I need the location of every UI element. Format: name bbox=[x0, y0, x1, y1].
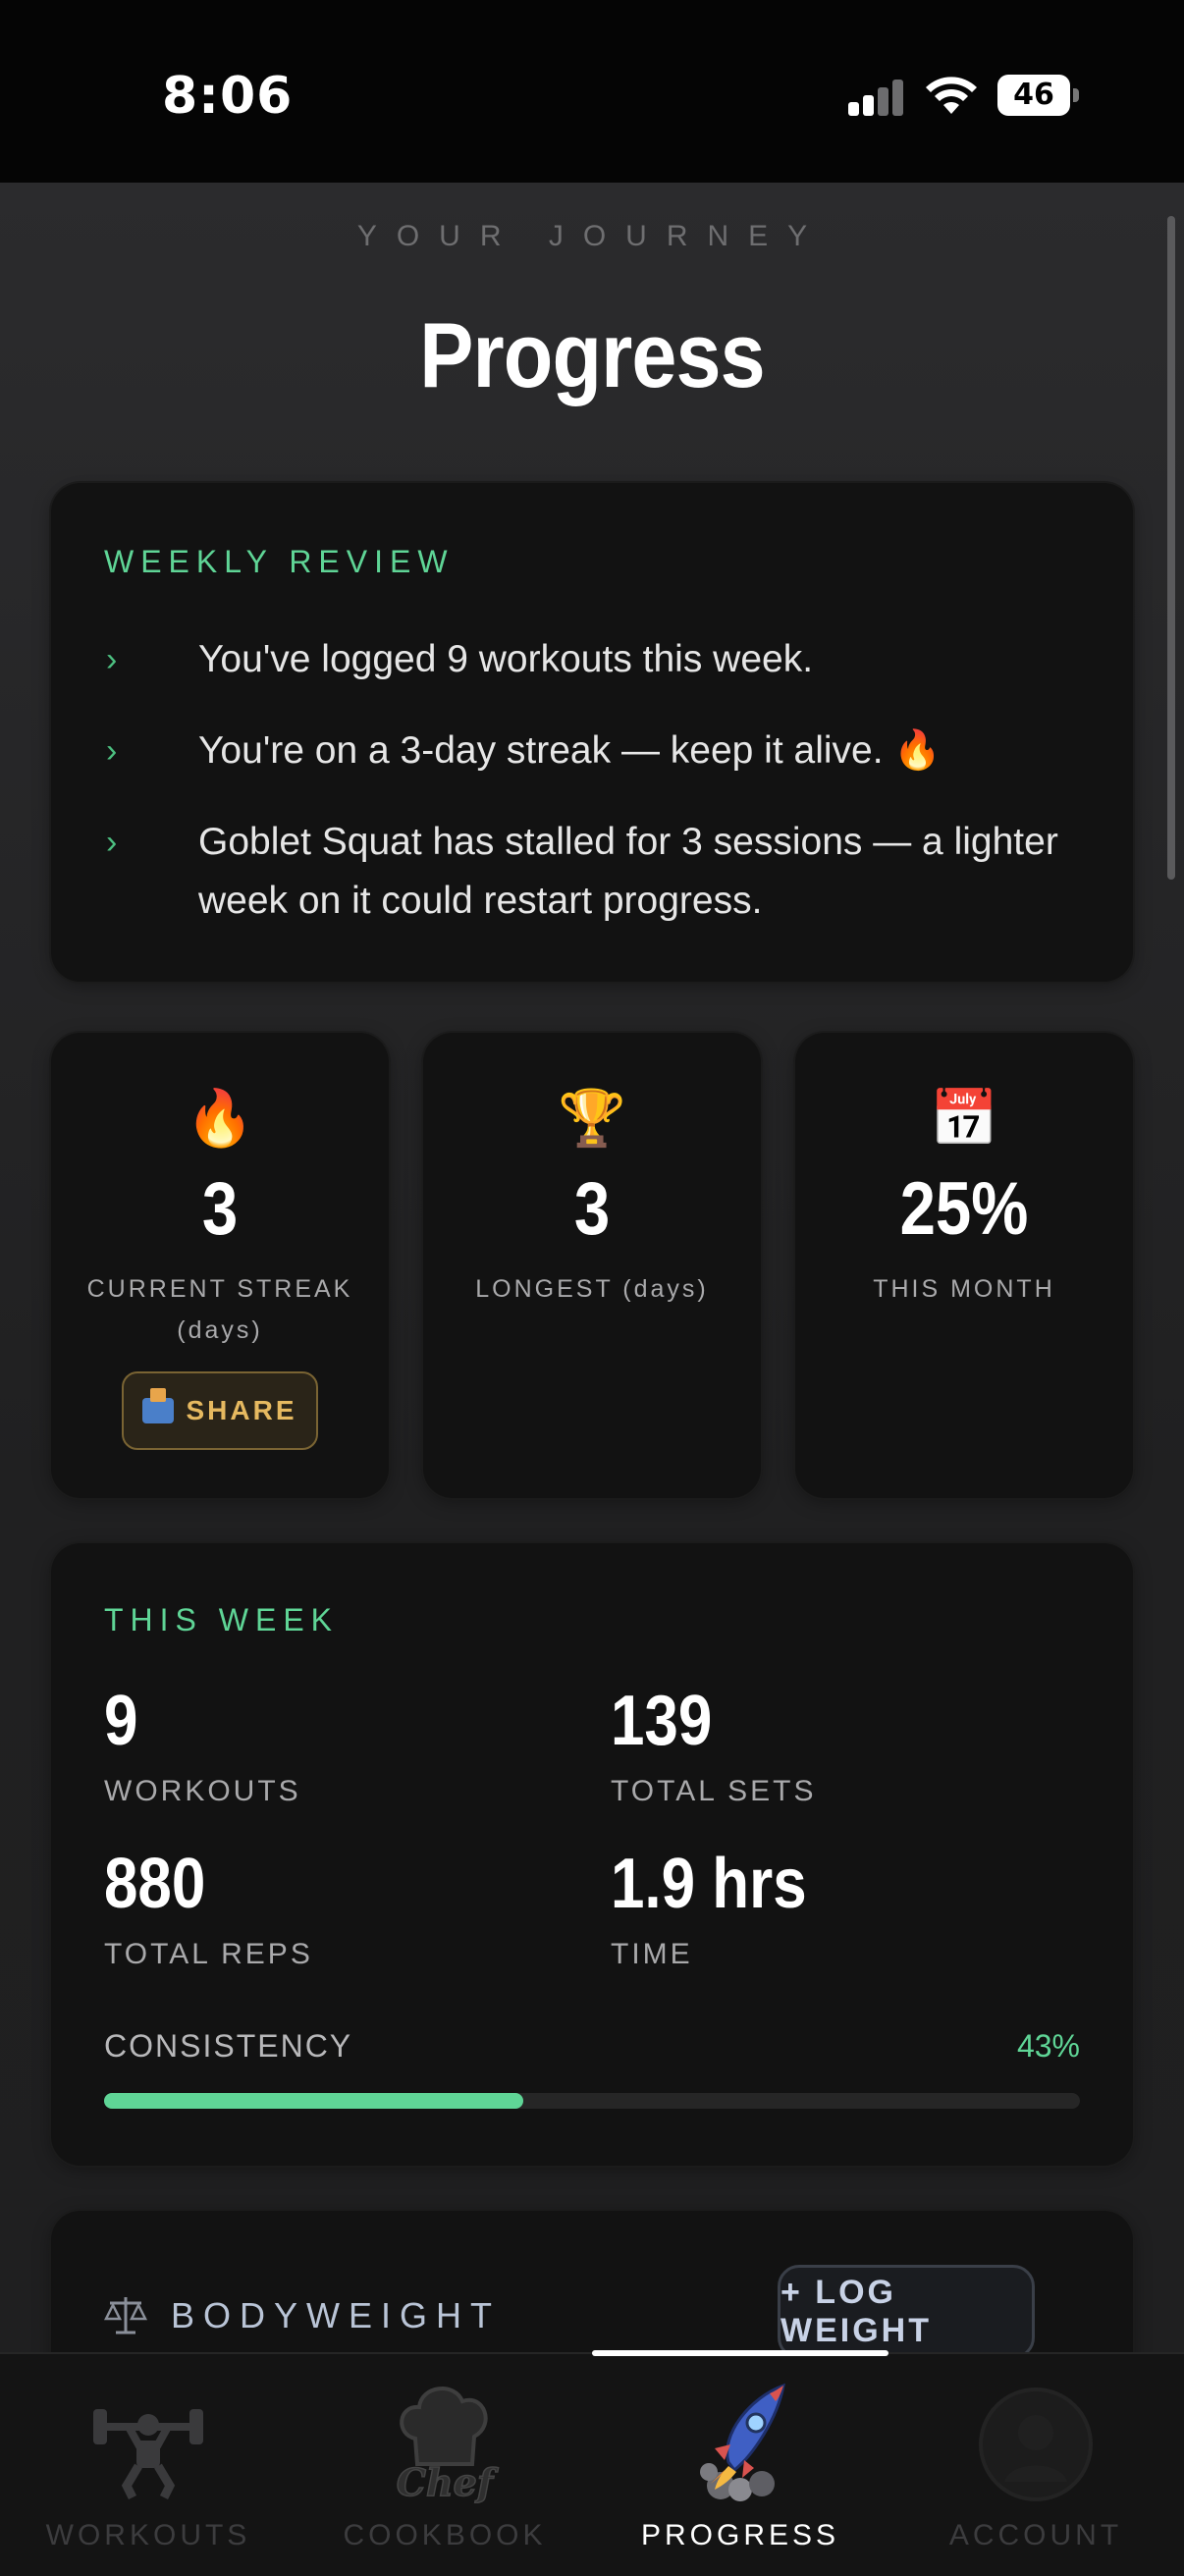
consistency-label: CONSISTENCY bbox=[104, 2028, 353, 2064]
this-week-label: THIS WEEK bbox=[104, 1602, 340, 1637]
fire-icon: 🔥 bbox=[186, 1087, 254, 1149]
total-sets-value: 139 bbox=[611, 1682, 713, 1760]
scale-icon bbox=[104, 2297, 147, 2334]
tab-cookbook[interactable]: Chef COOKBOOK bbox=[296, 2354, 593, 2576]
page-eyebrow: YOUR JOURNEY bbox=[356, 220, 828, 252]
battery-cap bbox=[1073, 88, 1079, 102]
share-button-label: SHARE bbox=[186, 1395, 297, 1425]
avatar-icon bbox=[979, 2388, 1093, 2501]
trophy-icon: 🏆 bbox=[558, 1087, 626, 1149]
bodyweight-label: BODYWEIGHT bbox=[171, 2295, 502, 2335]
tab-workouts-label: WORKOUTS bbox=[45, 2519, 251, 2551]
time-label: TIME bbox=[611, 1938, 693, 1970]
workouts-label: WORKOUTS bbox=[104, 1775, 301, 1807]
tab-account[interactable]: ACCOUNT bbox=[888, 2354, 1184, 2576]
current-streak-value: 3 bbox=[201, 1167, 239, 1251]
workouts-value: 9 bbox=[104, 1682, 138, 1760]
review-item-text: You're on a 3-day streak — keep it alive… bbox=[198, 729, 942, 772]
longest-streak-label: LONGEST (days) bbox=[475, 1275, 709, 1303]
page-title: Progress bbox=[419, 303, 765, 406]
longest-streak-value: 3 bbox=[573, 1167, 611, 1251]
current-streak-sublabel: (days) bbox=[177, 1316, 263, 1344]
this-month-value: 25% bbox=[899, 1167, 1029, 1251]
share-button[interactable]: SHARE bbox=[122, 1371, 318, 1450]
total-reps-label: TOTAL REPS bbox=[104, 1938, 313, 1970]
current-streak-label: CURRENT STREAK bbox=[86, 1275, 353, 1303]
review-item: › You've logged 9 workouts this week. bbox=[106, 630, 1094, 689]
longest-streak-card: 🏆 3 LONGEST (days) bbox=[423, 1033, 761, 1498]
chevron-right-icon: › bbox=[106, 732, 118, 770]
review-item-text: You've logged 9 workouts this week. bbox=[198, 638, 814, 680]
scrollbar[interactable] bbox=[1167, 216, 1175, 880]
consistency-progress-bar bbox=[104, 2093, 1080, 2109]
outbox-tray-icon bbox=[142, 1388, 175, 1423]
tab-cookbook-label: COOKBOOK bbox=[343, 2519, 547, 2551]
current-streak-card: 🔥 3 CURRENT STREAK (days) SHARE bbox=[51, 1033, 389, 1498]
review-item: › Goblet Squat has stalled for 3 session… bbox=[106, 813, 1094, 931]
time-value: 1.9 hrs bbox=[611, 1845, 807, 1923]
consistency-percent: 43% bbox=[1016, 2028, 1080, 2064]
wifi-icon bbox=[926, 77, 977, 114]
review-item: › You're on a 3-day streak — keep it ali… bbox=[106, 722, 1094, 780]
tab-progress-label: PROGRESS bbox=[640, 2519, 840, 2551]
chevron-right-icon: › bbox=[106, 824, 118, 861]
tab-progress[interactable]: PROGRESS bbox=[592, 2354, 888, 2576]
tab-account-label: ACCOUNT bbox=[948, 2519, 1123, 2551]
status-bar: 8:06 46 bbox=[0, 0, 1184, 183]
battery-indicator: 46 bbox=[997, 75, 1070, 116]
bodyweight-card: BODYWEIGHT + LOG WEIGHT bbox=[51, 2211, 1133, 2352]
weekly-review-label: WEEKLY REVIEW bbox=[104, 544, 455, 579]
chef-hat-icon: Chef bbox=[396, 2387, 500, 2503]
weightlifter-icon bbox=[93, 2409, 203, 2500]
svg-text:Chef: Chef bbox=[397, 2460, 499, 2503]
weekly-review-card: WEEKLY REVIEW › You've logged 9 workouts… bbox=[51, 483, 1133, 982]
this-week-card: THIS WEEK 9 WORKOUTS 139 TOTAL SETS 880 … bbox=[51, 1543, 1133, 2166]
this-month-label: THIS MONTH bbox=[873, 1275, 1055, 1303]
total-sets-label: TOTAL SETS bbox=[611, 1775, 817, 1807]
log-weight-button[interactable]: + LOG WEIGHT bbox=[778, 2265, 1035, 2352]
status-time: 8:06 bbox=[162, 67, 294, 126]
tab-workouts[interactable]: WORKOUTS bbox=[0, 2354, 296, 2576]
progress-screen[interactable]: YOUR JOURNEY Progress WEEKLY REVIEW › Yo… bbox=[0, 183, 1184, 2352]
consistency-progress-fill bbox=[104, 2093, 524, 2109]
cellular-signal-icon bbox=[848, 77, 907, 116]
chevron-right-icon: › bbox=[106, 641, 118, 678]
calendar-icon: 📅 bbox=[930, 1087, 998, 1149]
tab-bar: WORKOUTS Chef COOKBOOK PROGRESS ACCOUNT bbox=[0, 2350, 1184, 2576]
total-reps-value: 880 bbox=[104, 1845, 206, 1923]
rocket-icon bbox=[700, 2383, 785, 2501]
this-month-card: 📅 25% THIS MONTH bbox=[795, 1033, 1133, 1498]
review-item-text: Goblet Squat has stalled for 3 sessions … bbox=[198, 821, 1058, 922]
